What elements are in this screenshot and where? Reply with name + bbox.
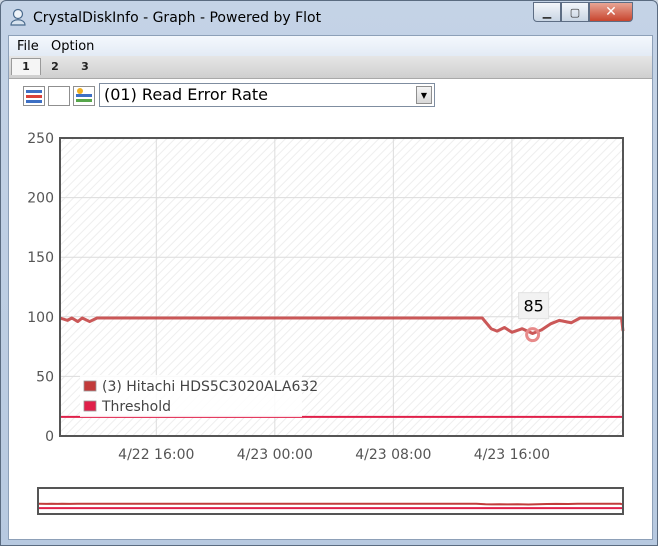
- menu-option[interactable]: Option: [51, 39, 94, 54]
- overview-line-hitachi: [38, 502, 623, 506]
- y-tick-label: 0: [45, 429, 54, 445]
- legend-label: Threshold: [101, 399, 171, 415]
- x-tick-label: 4/23 00:00: [237, 447, 313, 463]
- tab-bar: 1 2 3: [9, 56, 652, 79]
- dropdown-arrow-icon[interactable]: ▼: [416, 86, 432, 104]
- main-chart[interactable]: 85 0 50 100 150 200 250 4/22 16:00 4/23 00:00 4/2…: [9, 126, 652, 476]
- close-button[interactable]: ✕: [589, 2, 633, 22]
- attribute-select[interactable]: (01) Read Error Rate ▼: [99, 83, 435, 107]
- crystaldiskinfo-icon: [10, 8, 26, 26]
- menu-file[interactable]: File: [17, 39, 39, 54]
- x-tick-label: 4/23 08:00: [355, 447, 431, 463]
- minimize-button[interactable]: ▁: [533, 2, 561, 22]
- graph-client-area: File Option 1 2 3 (01) Read Error Rate ▼…: [8, 35, 653, 540]
- select-none-icon[interactable]: [48, 86, 70, 106]
- y-tick-label: 50: [36, 369, 54, 385]
- app-window: CrystalDiskInfo - Graph - Powered by Flo…: [0, 0, 658, 546]
- y-tick-label: 100: [27, 310, 54, 326]
- tab-2[interactable]: 2: [41, 59, 69, 75]
- title-bar[interactable]: CrystalDiskInfo - Graph - Powered by Flo…: [1, 1, 657, 35]
- tooltip-value: 85: [523, 297, 543, 316]
- maximize-button[interactable]: ▢: [561, 2, 589, 22]
- maximize-icon: ▢: [569, 5, 581, 19]
- overview-border: [37, 487, 624, 515]
- refresh-icon[interactable]: [73, 86, 95, 106]
- tab-1[interactable]: 1: [11, 58, 41, 75]
- legend-swatch: [83, 380, 97, 392]
- minimize-icon: ▁: [542, 5, 552, 19]
- x-tick-label: 4/23 16:00: [474, 447, 550, 463]
- overview-chart[interactable]: [37, 487, 624, 515]
- legend-swatch: [83, 400, 97, 412]
- x-tick-label: 4/22 16:00: [118, 447, 194, 463]
- close-icon: ✕: [605, 4, 617, 20]
- legend-label: (3) Hitachi HDS5C3020ALA632: [102, 379, 318, 395]
- select-all-icon[interactable]: [23, 86, 45, 106]
- y-tick-label: 200: [27, 191, 54, 207]
- y-tick-label: 250: [27, 131, 54, 147]
- tab-3[interactable]: 3: [71, 59, 99, 75]
- attribute-select-value: (01) Read Error Rate: [104, 85, 268, 104]
- menu-bar: File Option: [9, 36, 652, 56]
- window-title: CrystalDiskInfo - Graph - Powered by Flo…: [33, 10, 322, 26]
- y-tick-label: 150: [27, 250, 54, 266]
